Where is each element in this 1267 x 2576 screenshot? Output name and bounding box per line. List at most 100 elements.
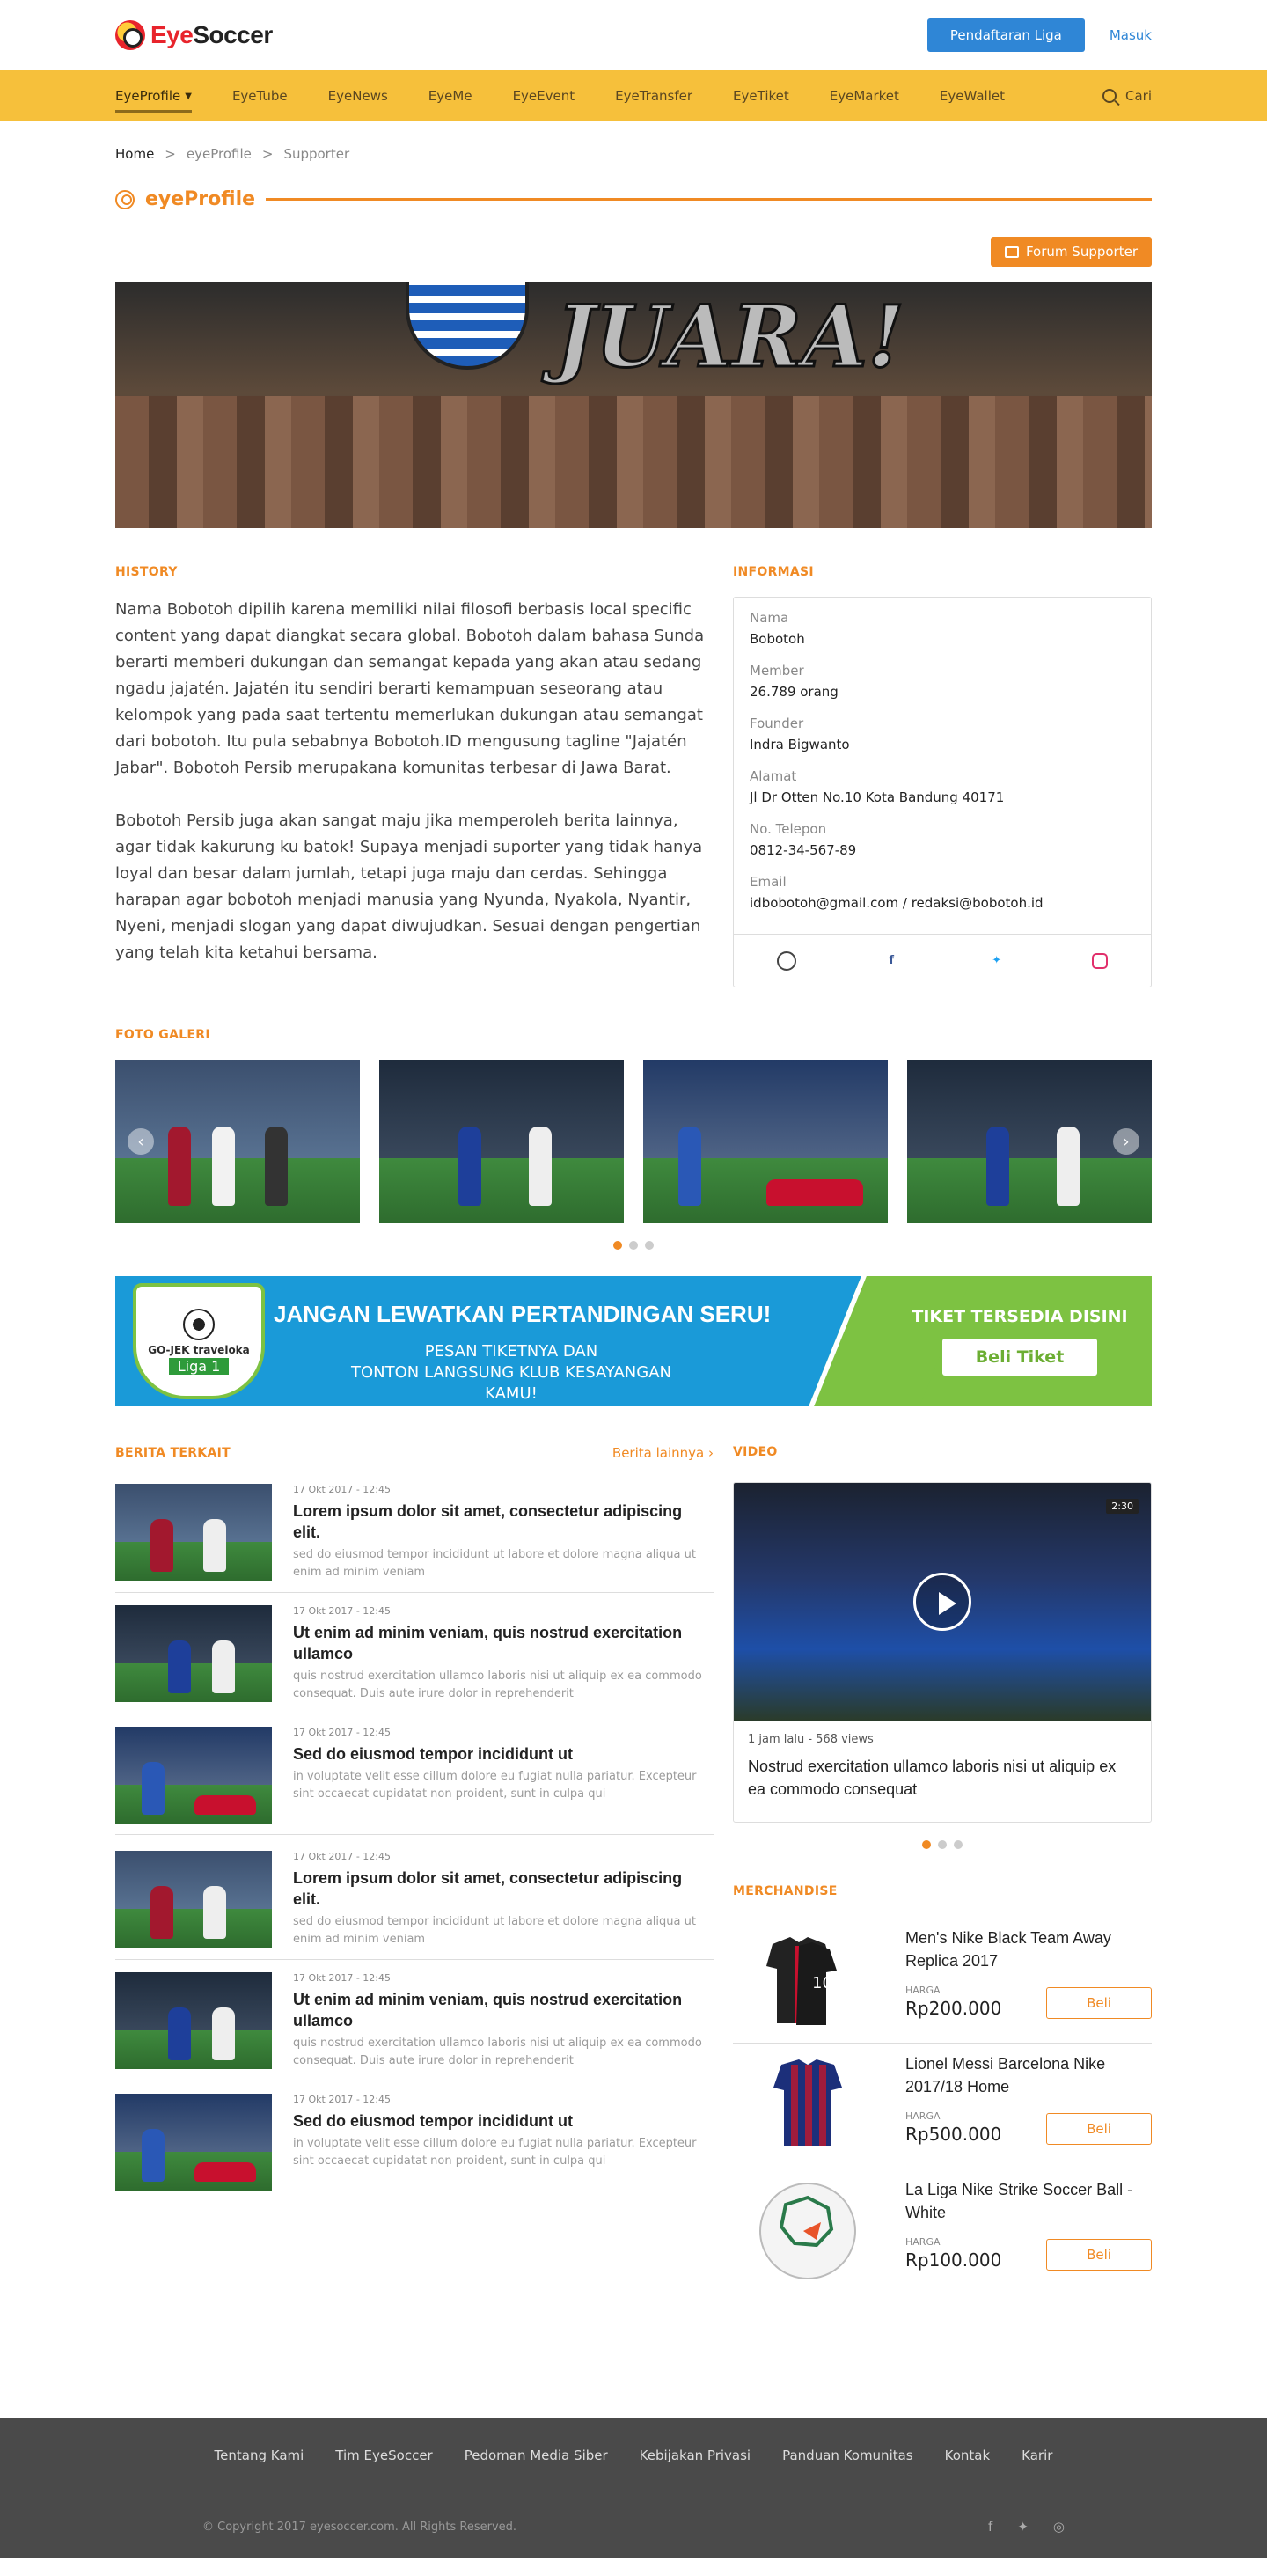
merch-name[interactable]: Lionel Messi Barcelona Nike 2017/18 Home xyxy=(905,2052,1152,2098)
jersey-image[interactable] xyxy=(733,2052,883,2156)
news-date: 17 Okt 2017 - 12:45 xyxy=(293,1972,391,1984)
news-item[interactable]: 17 Okt 2017 - 12:45 Ut enim ad minim veni… xyxy=(115,1972,714,2081)
merch-name[interactable]: Men's Nike Black Team Away Replica 2017 xyxy=(905,1926,1152,1972)
gallery-image[interactable] xyxy=(379,1060,624,1223)
instagram-icon[interactable] xyxy=(1092,952,1109,969)
ball-image[interactable] xyxy=(733,2178,883,2282)
video-title[interactable]: Nostrud exercitation ullamco laboris nis… xyxy=(734,1746,1151,1822)
buy-button[interactable]: Beli xyxy=(1046,1987,1152,2019)
facebook-icon[interactable]: f xyxy=(882,951,901,971)
news-item[interactable]: 17 Okt 2017 - 12:45 Lorem ipsum dolor sit… xyxy=(115,1484,714,1593)
news-snippet: sed do eiusmod tempor incididunt ut labo… xyxy=(293,1548,696,1579)
ticket-ad-banner[interactable]: GO-JEK traveloka Liga 1 JANGAN LEWATKAN … xyxy=(115,1276,1152,1406)
twitter-icon[interactable]: ✦ xyxy=(987,951,1007,971)
instagram-icon[interactable]: ◎ xyxy=(1053,2519,1065,2535)
news-title[interactable]: Ut enim ad minim veniam, quis nostrud ex… xyxy=(293,1622,714,1664)
pagination-dot[interactable] xyxy=(645,1241,654,1250)
top-header: EyeSoccer Pendaftaran Liga Masuk xyxy=(0,0,1267,70)
news-thumbnail[interactable] xyxy=(115,1727,272,1824)
breadcrumb-home[interactable]: Home xyxy=(115,146,154,162)
social-links: f ✦ xyxy=(734,934,1151,987)
news-thumbnail[interactable] xyxy=(115,2094,272,2191)
news-thumbnail[interactable] xyxy=(115,1851,272,1948)
search-button[interactable]: Cari xyxy=(1102,88,1152,104)
info-row-alamat: Alamat Jl Dr Otten No.10 Kota Bandung 401… xyxy=(750,768,1135,805)
news-item[interactable]: 17 Okt 2017 - 12:45 Sed do eiusmod tempor… xyxy=(115,1727,714,1835)
news-thumbnail[interactable] xyxy=(115,1605,272,1702)
video-duration: 2:30 xyxy=(1106,1499,1139,1514)
soccer-ball-icon xyxy=(183,1308,215,1340)
nav-item-eyetiket[interactable]: EyeTiket xyxy=(733,70,789,121)
nav-item-eyenews[interactable]: EyeNews xyxy=(328,70,388,121)
nav-item-eyeprofile[interactable]: EyeProfile ▼ xyxy=(115,70,192,121)
news-item[interactable]: 17 Okt 2017 - 12:45 Ut enim ad minim veni… xyxy=(115,1605,714,1714)
main-content: Home > eyeProfile > Supporter eyeProfile… xyxy=(115,146,1152,2294)
pagination-dot[interactable] xyxy=(629,1241,638,1250)
footer-link-pedoman-media-siber[interactable]: Pedoman Media Siber xyxy=(465,2448,608,2463)
facebook-icon[interactable]: f xyxy=(988,2519,992,2535)
info-label: Alamat xyxy=(750,768,797,784)
news-item[interactable]: 17 Okt 2017 - 12:45 Lorem ipsum dolor sit… xyxy=(115,1851,714,1960)
merch-name[interactable]: La Liga Nike Strike Soccer Ball - White xyxy=(905,2178,1152,2224)
price-label: HARGA xyxy=(905,2236,941,2248)
sponsor-text: GO-JEK traveloka xyxy=(148,1343,250,1356)
video-card[interactable]: 2:30 1 jam lalu - 568 views Nostrud exer… xyxy=(733,1482,1152,1823)
news-title[interactable]: Lorem ipsum dolor sit amet, consectetur … xyxy=(293,1501,714,1543)
login-link[interactable]: Masuk xyxy=(1110,27,1152,43)
forum-supporter-button[interactable]: Forum Supporter xyxy=(990,237,1152,267)
globe-icon[interactable] xyxy=(776,950,796,971)
info-value: Jl Dr Otten No.10 Kota Bandung 40171 xyxy=(750,789,1005,805)
video-heading: VIDEO xyxy=(733,1445,778,1459)
chevron-right-icon[interactable]: › xyxy=(1113,1128,1139,1155)
nav-item-eyeme[interactable]: EyeMe xyxy=(428,70,472,121)
pagination-dot[interactable] xyxy=(954,1840,963,1849)
jersey-image[interactable]: 10 xyxy=(733,1926,883,2030)
news-title[interactable]: Ut enim ad minim veniam, quis nostrud ex… xyxy=(293,1989,714,2031)
play-icon[interactable] xyxy=(913,1573,971,1631)
news-thumbnail[interactable] xyxy=(115,1972,272,2069)
footer-link-tentang-kami[interactable]: Tentang Kami xyxy=(215,2448,304,2463)
footer-link-panduan-komunitas[interactable]: Panduan Komunitas xyxy=(782,2448,913,2463)
info-label: Email xyxy=(750,874,787,890)
buy-button[interactable]: Beli xyxy=(1046,2239,1152,2271)
nav-item-eyemarket[interactable]: EyeMarket xyxy=(830,70,899,121)
breadcrumb-separator: > xyxy=(165,146,176,162)
pagination-dot[interactable] xyxy=(938,1840,947,1849)
nav-item-eyewallet[interactable]: EyeWallet xyxy=(940,70,1005,121)
merch-price: Rp200.000 xyxy=(905,1998,1002,2019)
footer-link-kontak[interactable]: Kontak xyxy=(945,2448,991,2463)
merch-item: 10 Men's Nike Black Team Away Replica 20… xyxy=(733,1918,1152,2044)
buy-button[interactable]: Beli xyxy=(1046,2113,1152,2145)
buy-ticket-button[interactable]: Beli Tiket xyxy=(941,1339,1098,1376)
more-news-link[interactable]: Berita lainnya › xyxy=(612,1445,714,1461)
footer-link-tim-eyesoccer[interactable]: Tim EyeSoccer xyxy=(335,2448,432,2463)
footer-link-kebijakan-privasi[interactable]: Kebijakan Privasi xyxy=(640,2448,751,2463)
merch-price: Rp500.000 xyxy=(905,2124,1002,2145)
page-title-row: eyeProfile xyxy=(115,188,1152,210)
twitter-icon[interactable]: ✦ xyxy=(1017,2519,1029,2535)
league-registration-button[interactable]: Pendaftaran Liga xyxy=(926,18,1085,52)
footer-link-karir[interactable]: Karir xyxy=(1022,2448,1052,2463)
chevron-left-icon[interactable]: ‹ xyxy=(128,1128,154,1155)
news-thumbnail[interactable] xyxy=(115,1484,272,1581)
news-title[interactable]: Sed do eiusmod tempor incididunt ut xyxy=(293,1743,714,1765)
news-title[interactable]: Lorem ipsum dolor sit amet, consectetur … xyxy=(293,1868,714,1910)
info-section: INFORMASI Nama Bobotoh Member 26.789 orang… xyxy=(733,565,1152,987)
breadcrumb-eyeprofile[interactable]: eyeProfile xyxy=(187,146,252,162)
gallery-image[interactable] xyxy=(643,1060,888,1223)
news-title[interactable]: Sed do eiusmod tempor incididunt ut xyxy=(293,2110,714,2132)
pagination-dot[interactable] xyxy=(922,1840,931,1849)
pagination-dot[interactable] xyxy=(613,1241,622,1250)
video-thumbnail[interactable]: 2:30 xyxy=(734,1483,1151,1721)
nav-item-eyeevent[interactable]: EyeEvent xyxy=(513,70,575,121)
info-value: idbobotoh@gmail.com / redaksi@bobotoh.id xyxy=(750,895,1044,911)
news-item[interactable]: 17 Okt 2017 - 12:45 Sed do eiusmod tempor… xyxy=(115,2094,714,2201)
site-logo[interactable]: EyeSoccer xyxy=(115,20,273,50)
merch-item: Lionel Messi Barcelona Nike 2017/18 Home… xyxy=(733,2044,1152,2169)
nav-item-eyetube[interactable]: EyeTube xyxy=(232,70,288,121)
nav-item-eyetransfer[interactable]: EyeTransfer xyxy=(615,70,692,121)
news-date: 17 Okt 2017 - 12:45 xyxy=(293,1727,391,1738)
info-value: 26.789 orang xyxy=(750,684,839,700)
site-footer: Tentang Kami Tim EyeSoccer Pedoman Media… xyxy=(0,2418,1267,2558)
gallery-pagination xyxy=(115,1241,1152,1250)
